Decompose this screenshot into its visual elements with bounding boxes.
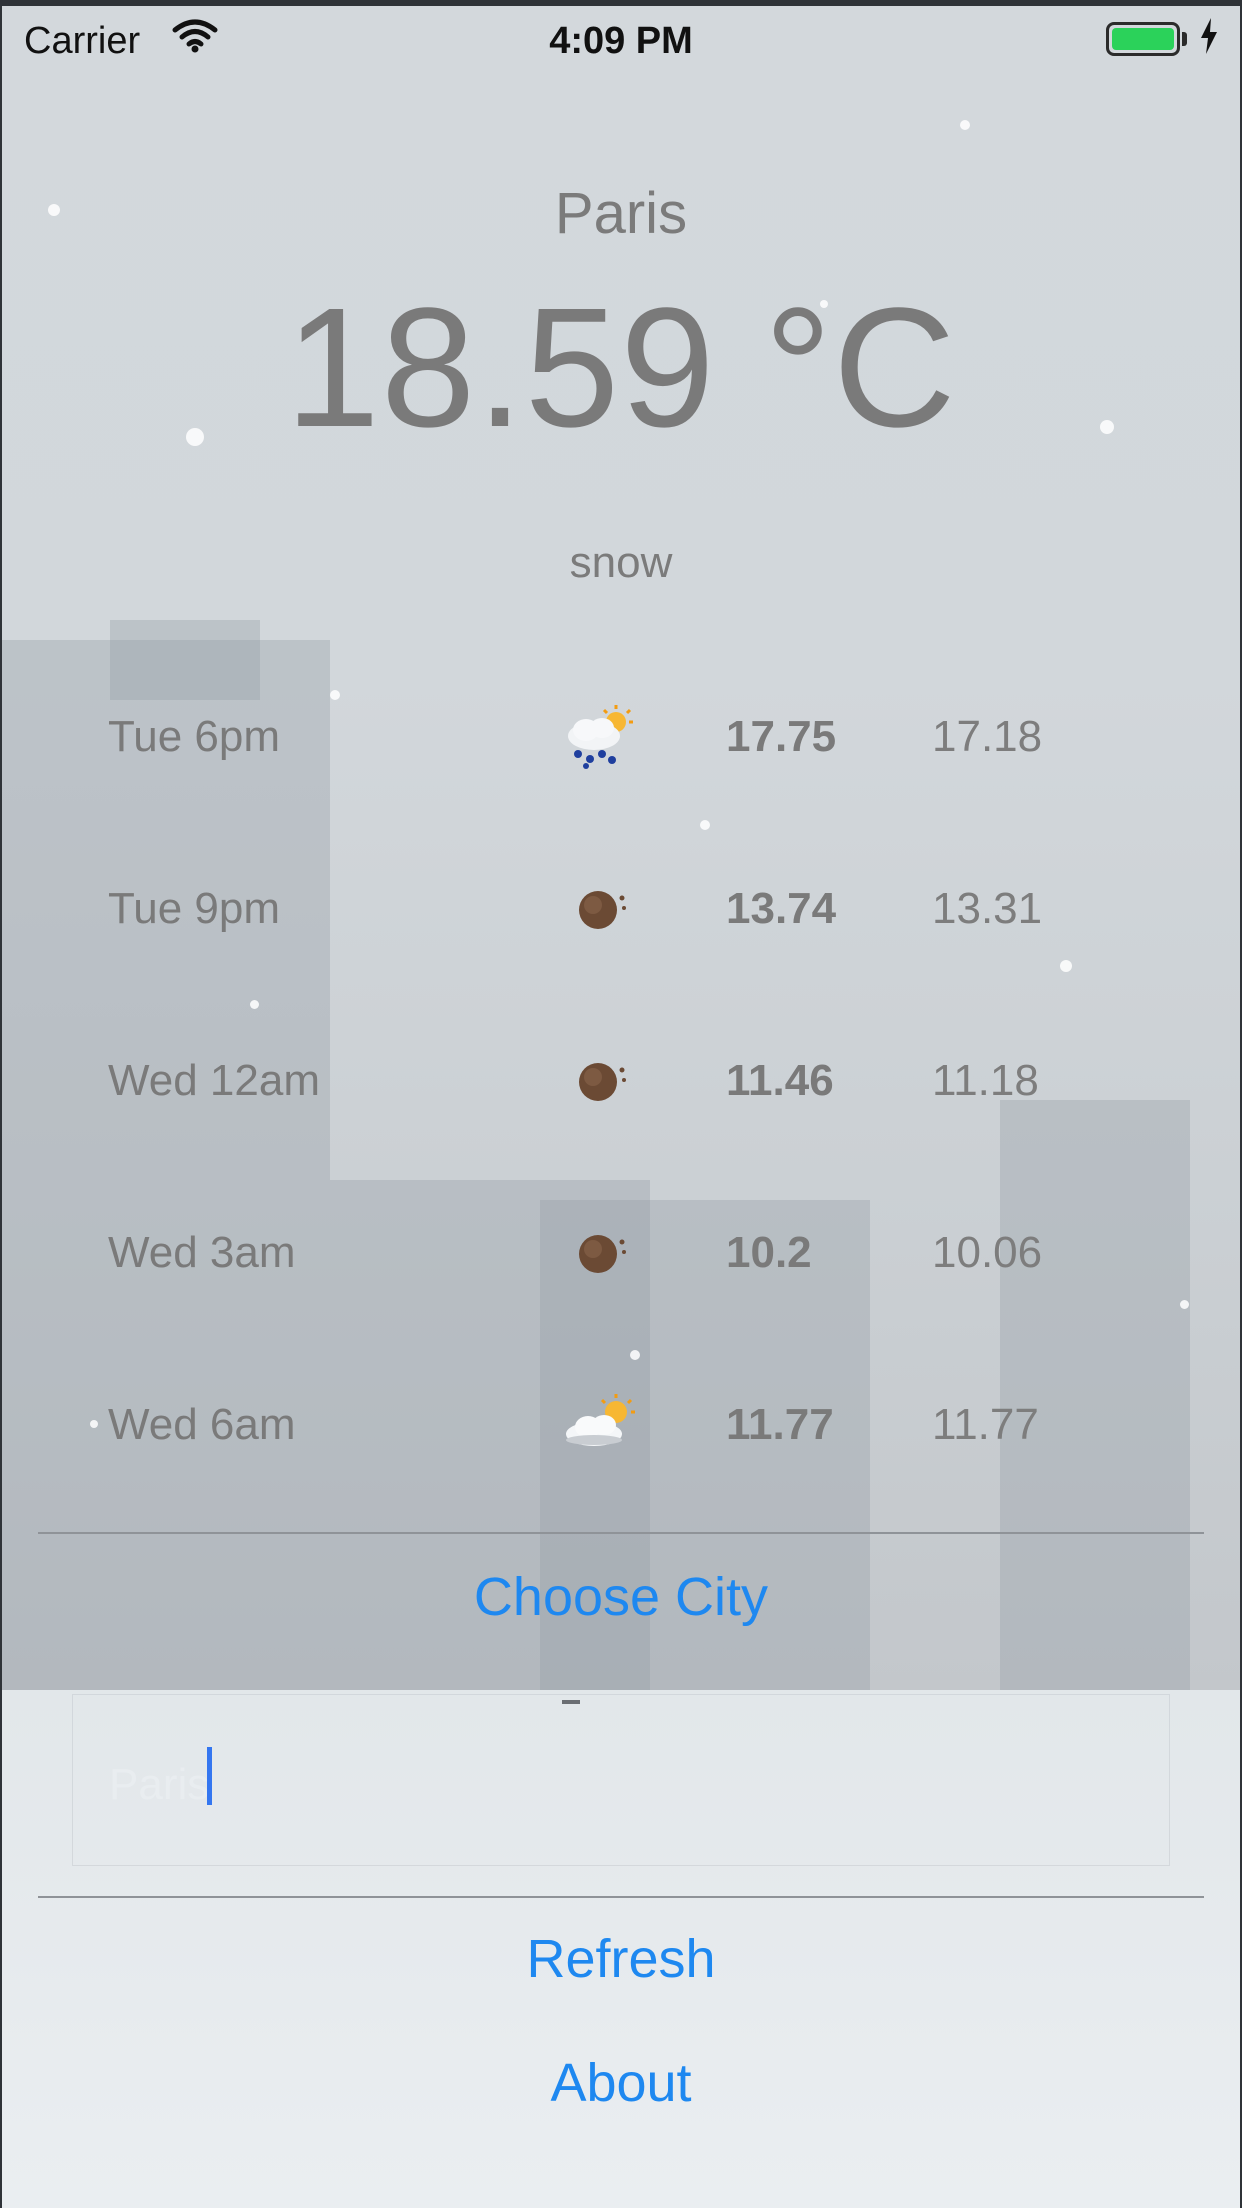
- forecast-max-temp: 11.77: [726, 1400, 834, 1449]
- forecast-time: Wed 3am: [108, 1228, 296, 1277]
- forecast-max-temp: 17.75: [726, 712, 837, 761]
- divider: [38, 1896, 1204, 1898]
- city-name: Paris: [554, 181, 688, 246]
- forecast-min-temp: 13.31: [932, 884, 1043, 933]
- forecast-min-temp: 10.06: [932, 1228, 1043, 1277]
- cloud-sun-icon: [560, 1390, 640, 1460]
- forecast-max-temp: 13.74: [726, 884, 837, 933]
- forecast-max-temp: 11.46: [726, 1056, 834, 1105]
- divider: [38, 1532, 1204, 1534]
- forecast-time: Wed 12am: [108, 1056, 320, 1105]
- snowflake: [630, 1350, 640, 1360]
- charging-bolt-icon: [1198, 16, 1220, 66]
- city-input[interactable]: [107, 1749, 1011, 1821]
- night-moon-icon: [560, 1218, 640, 1288]
- forecast-row: Wed 12am 11.46 11.18: [0, 1034, 1242, 1134]
- weather-app-screen: Carrier 4:09 PM Paris 18.59 °C snow Tue …: [0, 0, 1242, 2208]
- forecast-time: Tue 6pm: [108, 712, 281, 761]
- battery-icon: [1106, 22, 1180, 56]
- current-temperature: 18.59 °C: [285, 273, 957, 463]
- snowflake: [250, 1000, 259, 1009]
- status-time: 4:09 PM: [549, 20, 693, 62]
- forecast-row: Wed 3am 10.2 10.06: [0, 1206, 1242, 1306]
- snowflake: [700, 820, 710, 830]
- snow-showers-sun-icon: [560, 702, 640, 772]
- night-moon-icon: [560, 874, 640, 944]
- forecast-row: Wed 6am 11.77 11.77: [0, 1378, 1242, 1478]
- forecast-time: Tue 9pm: [108, 884, 281, 933]
- city-input-container: [72, 1694, 1170, 1866]
- forecast-max-temp: 10.2: [726, 1228, 812, 1277]
- choose-city-button[interactable]: Choose City: [0, 1566, 1242, 1628]
- forecast-time: Wed 6am: [108, 1400, 296, 1449]
- refresh-button[interactable]: Refresh: [0, 1928, 1242, 1990]
- forecast-row: Tue 6pm 17.75 17.18: [0, 690, 1242, 790]
- background-building: [110, 620, 260, 700]
- battery-tip: [1182, 32, 1187, 46]
- forecast-row: Tue 9pm 13.74 13.31: [0, 862, 1242, 962]
- forecast-min-temp: 17.18: [932, 712, 1043, 761]
- snowflake: [960, 120, 970, 130]
- forecast-min-temp: 11.18: [932, 1056, 1039, 1105]
- about-button[interactable]: About: [0, 2052, 1242, 2114]
- weather-condition: snow: [569, 538, 673, 587]
- text-caret: [207, 1747, 212, 1805]
- status-bar: Carrier 4:09 PM: [0, 0, 1242, 80]
- night-moon-icon: [560, 1046, 640, 1116]
- forecast-min-temp: 11.77: [932, 1400, 1039, 1449]
